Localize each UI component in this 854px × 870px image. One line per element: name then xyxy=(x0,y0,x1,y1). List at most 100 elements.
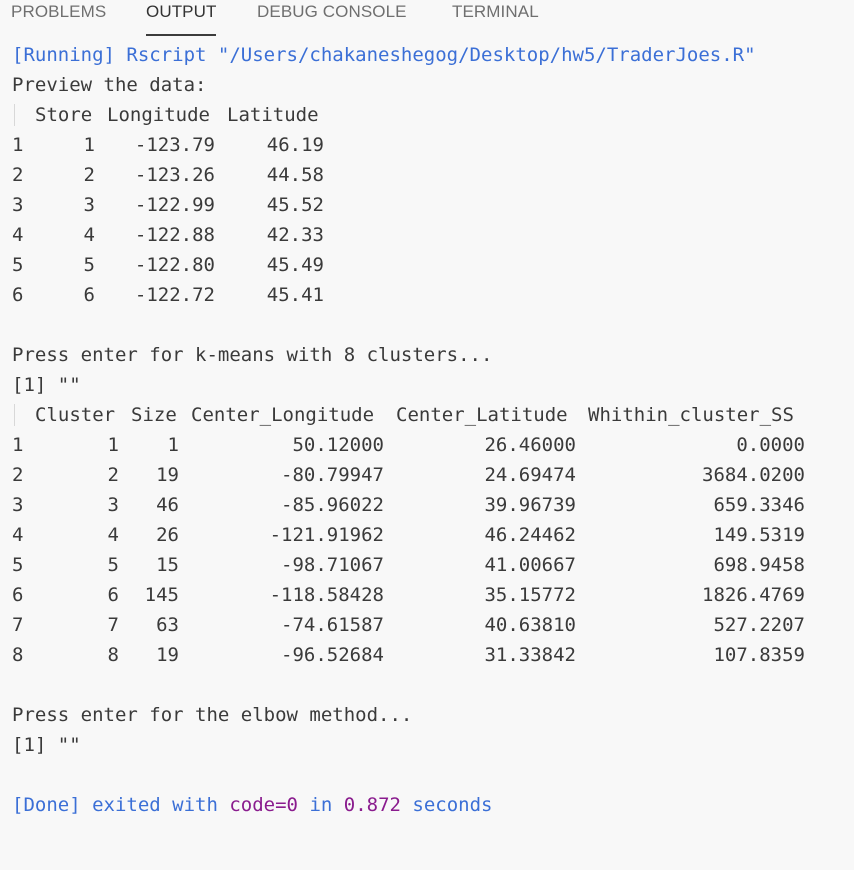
done-text-exited: exited with xyxy=(80,794,230,816)
longitude-cell: -122.80 xyxy=(134,254,215,276)
store-cell: 5 xyxy=(83,254,95,276)
size-cell: 19 xyxy=(156,464,179,486)
size-cell: 63 xyxy=(156,614,179,636)
longitude-cell: -123.79 xyxy=(134,134,215,156)
ss-cell: 3684.0200 xyxy=(702,464,805,486)
table-row: 3 3 46 -85.96022 39.96739 659.3346 xyxy=(12,490,848,520)
center-latitude-cell: 31.33842 xyxy=(484,644,576,666)
center-longitude-cell: -98.71067 xyxy=(281,554,384,576)
done-text-seconds: seconds xyxy=(400,794,493,816)
kmeans-result: [1] "" xyxy=(12,374,81,396)
latitude-cell: 45.52 xyxy=(266,194,324,216)
center-longitude-cell: -118.58428 xyxy=(269,584,384,606)
center-latitude-cell: 39.96739 xyxy=(484,494,576,516)
cluster-header-center-latitude: Center_Latitude xyxy=(396,404,568,426)
run-time: 0.872 xyxy=(343,794,401,816)
table-row: 7 7 63 -74.61587 40.63810 527.2207 xyxy=(12,610,848,640)
table-row: 2 2 19 -80.79947 24.69474 3684.0200 xyxy=(12,460,848,490)
table-row: 5 5 15 -98.71067 41.00667 698.9458 xyxy=(12,550,848,580)
store-cell: 6 xyxy=(83,284,95,306)
row-index: 2 xyxy=(12,464,24,486)
center-latitude-cell: 24.69474 xyxy=(484,464,576,486)
latitude-cell: 45.41 xyxy=(266,284,324,306)
tab-terminal[interactable]: TERMINAL xyxy=(452,0,539,36)
tab-problems[interactable]: PROBLEMS xyxy=(11,0,106,36)
indent-guide xyxy=(14,404,15,426)
done-line: [Done] exited with code=0 in 0.872 secon… xyxy=(12,790,848,820)
longitude-cell: -122.88 xyxy=(134,224,215,246)
size-cell: 15 xyxy=(156,554,179,576)
cluster-header-ss: Whithin_cluster_SS xyxy=(588,404,794,426)
center-latitude-cell: 26.46000 xyxy=(484,434,576,456)
exit-code: code=0 xyxy=(229,794,298,816)
cluster-cell: 2 xyxy=(107,464,119,486)
running-command: Rscript "/Users/chakaneshegog/Desktop/hw… xyxy=(114,44,756,66)
center-longitude-cell: -80.79947 xyxy=(281,464,384,486)
table-row: 2 2 -123.26 44.58 xyxy=(12,160,848,190)
cluster-cell: 5 xyxy=(107,554,119,576)
center-longitude-cell: 50.12000 xyxy=(292,434,384,456)
store-cell: 3 xyxy=(83,194,95,216)
center-longitude-cell: -121.91962 xyxy=(269,524,384,546)
tab-debug-console[interactable]: DEBUG CONSOLE xyxy=(257,0,407,36)
table-row: 6 6 145 -118.58428 35.15772 1826.4769 xyxy=(12,580,848,610)
cluster-cell: 1 xyxy=(107,434,119,456)
center-latitude-cell: 40.63810 xyxy=(484,614,576,636)
row-index: 5 xyxy=(12,254,24,276)
row-index: 3 xyxy=(12,494,24,516)
ss-cell: 698.9458 xyxy=(713,554,805,576)
cluster-header-cluster: Cluster xyxy=(35,404,116,426)
output-log[interactable]: [Running] Rscript "/Users/chakaneshegog/… xyxy=(12,40,848,820)
cluster-cell: 7 xyxy=(107,614,119,636)
cluster-table-header: Cluster Size Center_Longitude Center_Lat… xyxy=(12,400,848,430)
elbow-result: [1] "" xyxy=(12,734,81,756)
preview-table-header: Store Longitude Latitude xyxy=(12,100,848,130)
row-index: 1 xyxy=(12,434,24,456)
latitude-cell: 46.19 xyxy=(266,134,324,156)
table-row: 1 1 1 50.12000 26.46000 0.0000 xyxy=(12,430,848,460)
row-index: 6 xyxy=(12,584,24,606)
row-index: 1 xyxy=(12,134,24,156)
ss-cell: 527.2207 xyxy=(713,614,805,636)
latitude-cell: 45.49 xyxy=(266,254,324,276)
running-tag: [Running] xyxy=(12,44,115,66)
table-row: 5 5 -122.80 45.49 xyxy=(12,250,848,280)
latitude-cell: 42.33 xyxy=(266,224,324,246)
size-cell: 145 xyxy=(144,584,179,606)
center-latitude-cell: 41.00667 xyxy=(484,554,576,576)
table-row: 6 6 -122.72 45.41 xyxy=(12,280,848,310)
center-longitude-cell: -85.96022 xyxy=(281,494,384,516)
table-row: 4 4 -122.88 42.33 xyxy=(12,220,848,250)
center-longitude-cell: -96.52684 xyxy=(281,644,384,666)
store-cell: 4 xyxy=(83,224,95,246)
cluster-cell: 6 xyxy=(107,584,119,606)
cluster-cell: 3 xyxy=(107,494,119,516)
table-row: 1 1 -123.79 46.19 xyxy=(12,130,848,160)
size-cell: 1 xyxy=(167,434,179,456)
ss-cell: 149.5319 xyxy=(713,524,805,546)
cluster-header-center-longitude: Center_Longitude xyxy=(191,404,375,426)
longitude-cell: -122.99 xyxy=(134,194,215,216)
row-index: 4 xyxy=(12,524,24,546)
latitude-cell: 44.58 xyxy=(266,164,324,186)
center-longitude-cell: -74.61587 xyxy=(281,614,384,636)
preview-header-longitude: Longitude xyxy=(107,104,210,126)
preview-header-latitude: Latitude xyxy=(227,104,319,126)
tab-output[interactable]: OUTPUT xyxy=(146,0,217,36)
row-index: 8 xyxy=(12,644,24,666)
row-index: 6 xyxy=(12,284,24,306)
row-index: 2 xyxy=(12,164,24,186)
ss-cell: 659.3346 xyxy=(713,494,805,516)
output-panel: PROBLEMS OUTPUT DEBUG CONSOLE TERMINAL [… xyxy=(0,0,854,870)
ss-cell: 1826.4769 xyxy=(702,584,805,606)
elbow-prompt: Press enter for the elbow method... xyxy=(12,704,413,726)
row-index: 5 xyxy=(12,554,24,576)
center-latitude-cell: 46.24462 xyxy=(484,524,576,546)
size-cell: 46 xyxy=(156,494,179,516)
ss-cell: 0.0000 xyxy=(736,434,805,456)
longitude-cell: -122.72 xyxy=(134,284,215,306)
indent-guide xyxy=(14,104,15,126)
